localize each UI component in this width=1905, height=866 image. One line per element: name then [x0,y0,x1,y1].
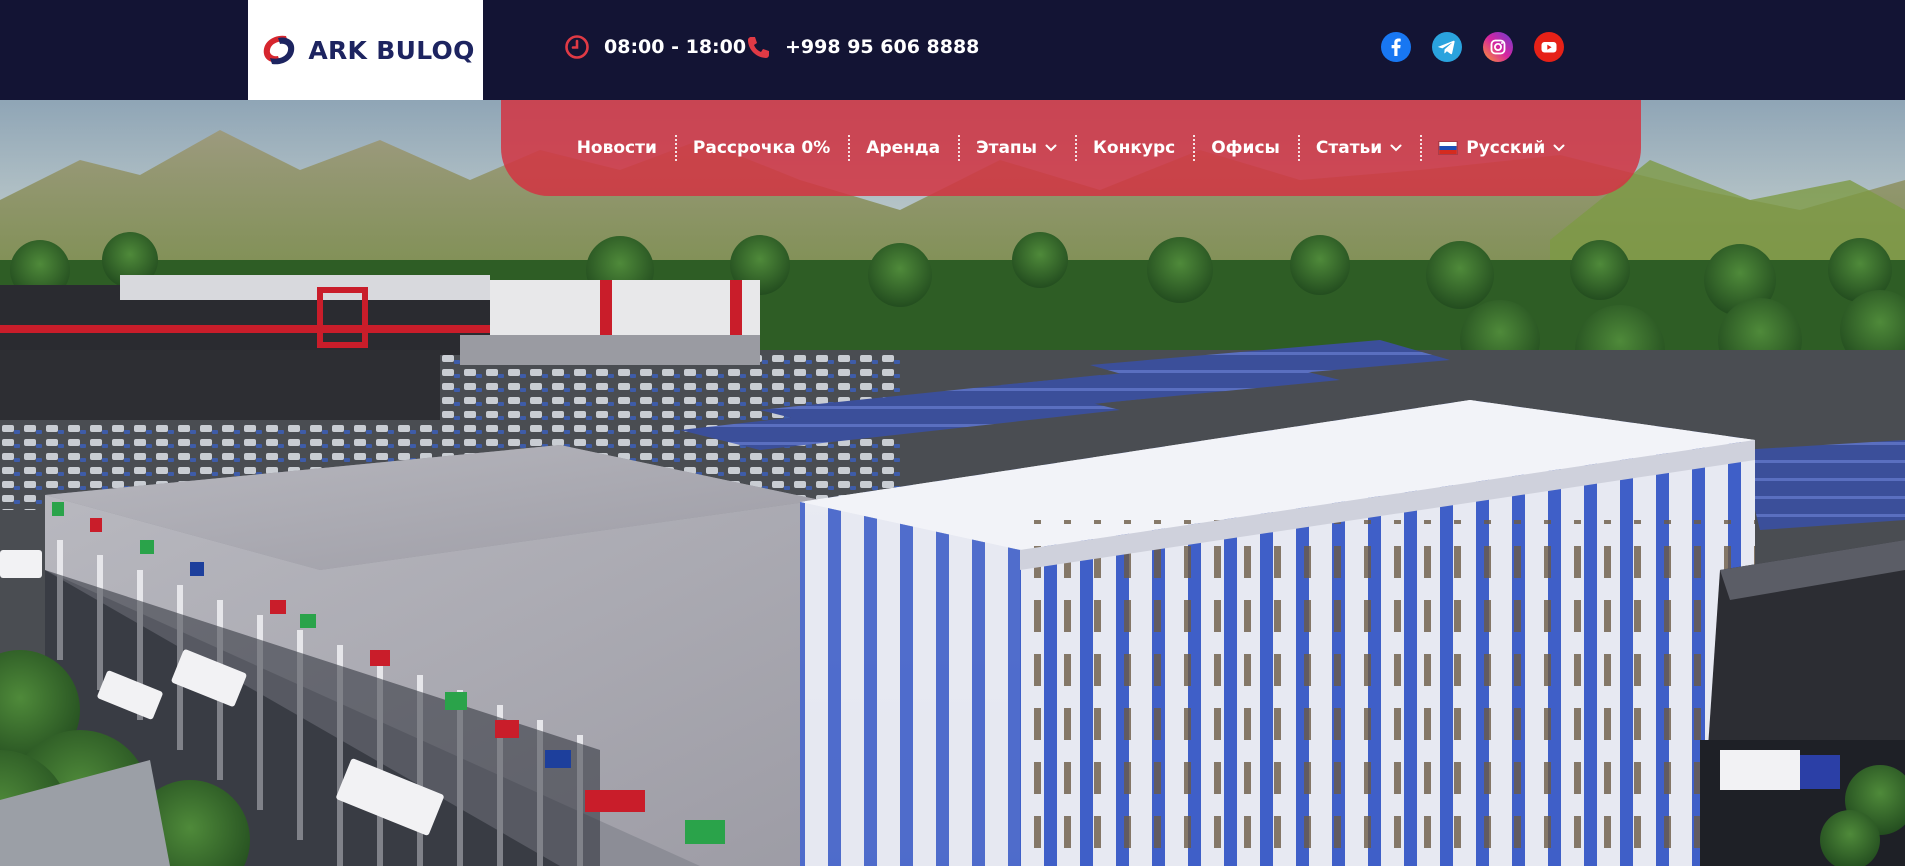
social-links [1381,32,1564,62]
instagram-icon [1483,32,1513,62]
nav-item-rent[interactable]: Аренда [848,135,958,161]
youtube-link[interactable] [1534,32,1564,62]
instagram-link[interactable] [1483,32,1513,62]
chevron-down-icon [1390,144,1402,152]
nav-item-offices[interactable]: Офисы [1193,135,1298,161]
nav-list: Новости Рассрочка 0% Аренда Этапы Конкур… [559,135,1584,161]
chevron-down-icon [1045,144,1057,152]
clock-icon [565,35,589,59]
nav-item-contest[interactable]: Конкурс [1075,135,1193,161]
telegram-icon [1432,32,1462,62]
logo-text: ARK BULOQ [308,35,475,65]
nav-item-articles[interactable]: Статьи [1297,135,1420,161]
ark-buloq-logo-mark [264,35,295,65]
phone-link[interactable]: +998 95 606 8888 [745,34,979,60]
nav-item-label: Статьи [1315,138,1383,158]
language-label: Русский [1466,138,1546,158]
nav-item-installment[interactable]: Рассрочка 0% [674,135,848,161]
main-navigation: Новости Рассрочка 0% Аренда Этапы Конкур… [501,100,1641,196]
marketplace-render-illustration [0,100,1905,866]
chevron-down-icon [1553,144,1565,152]
nav-item-label: Рассрочка 0% [692,138,831,158]
facebook-link[interactable] [1381,32,1411,62]
nav-item-stages[interactable]: Этапы [958,135,1075,161]
youtube-icon [1534,32,1564,62]
nav-item-news[interactable]: Новости [559,138,675,158]
phone-icon [748,37,769,58]
working-hours-text: 08:00 - 18:00 [604,36,747,58]
nav-item-label: Офисы [1211,138,1280,158]
telegram-link[interactable] [1432,32,1462,62]
language-switcher[interactable]: Русский [1420,135,1583,161]
site-logo[interactable]: ARK BULOQ [248,0,483,100]
nav-item-label: Новости [576,138,657,158]
facebook-icon [1381,32,1411,62]
working-hours: 08:00 - 18:00 [564,34,746,60]
nav-item-label: Конкурс [1093,138,1176,158]
top-bar: ARK BULOQ 08:00 - 18:00 +998 95 606 8888 [0,0,1905,100]
hero-image [0,100,1905,866]
nav-item-label: Аренда [866,138,941,158]
phone-number: +998 95 606 8888 [785,36,980,58]
nav-item-label: Этапы [976,138,1038,158]
russia-flag-icon [1438,141,1459,155]
